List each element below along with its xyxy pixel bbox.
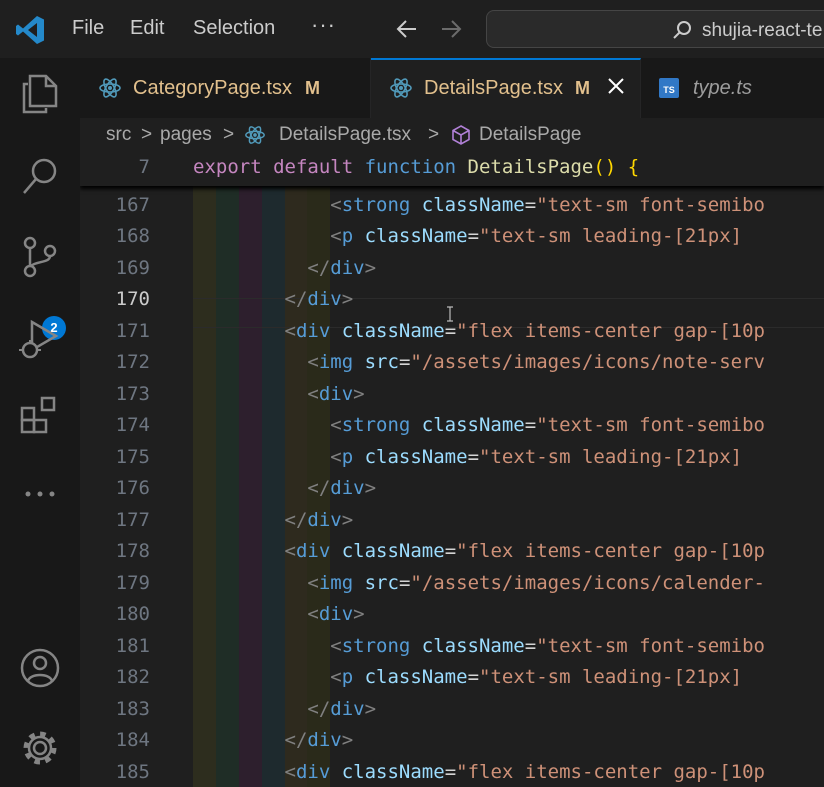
breadcrumb-item-symbol[interactable]: DetailsPage: [479, 124, 581, 146]
title-bar: File Edit Selection ··· shujia-react-te: [0, 0, 824, 58]
menu-edit[interactable]: Edit: [130, 17, 164, 40]
arrow-left-icon[interactable]: [394, 16, 420, 42]
code-line: <strong className="text-sm font-semibo: [330, 193, 765, 216]
activity-bar: 2: [0, 58, 80, 787]
command-center-text: shujia-react-te: [702, 20, 823, 41]
code-editor[interactable]: 166</div>167<strong className="text-sm f…: [80, 152, 824, 787]
line-number: 182: [115, 666, 150, 688]
breadcrumb-item-file[interactable]: DetailsPage.tsx: [279, 124, 411, 146]
symbol-class-icon: [452, 125, 470, 145]
code-line: <img src="/assets/images/icons/calender-: [307, 571, 765, 594]
sticky-scroll[interactable]: 7 export default function DetailsPage() …: [80, 152, 824, 186]
breadcrumb-separator: >: [141, 124, 153, 145]
breadcrumb-item-pages[interactable]: pages: [160, 124, 212, 146]
line-number: 180: [115, 603, 150, 625]
code-line: <p className="text-sm leading-[21px]: [330, 225, 754, 247]
line-number: 184: [115, 729, 150, 751]
code-line: <div>: [307, 603, 365, 625]
close-icon[interactable]: [604, 74, 628, 98]
more-icon[interactable]: [16, 470, 64, 518]
react-icon: [390, 78, 412, 98]
line-number: 183: [115, 697, 150, 720]
code-line: <strong className="text-sm font-semibo: [330, 634, 765, 657]
code-line: </div>: [307, 477, 377, 499]
breadcrumb-separator: >: [223, 124, 235, 145]
line-number: 168: [115, 225, 150, 247]
react-icon: [99, 78, 121, 98]
command-center[interactable]: shujia-react-te: [486, 10, 824, 48]
tab-type[interactable]: TS type.ts: [641, 58, 824, 118]
tab-label: CategoryPage.tsx: [133, 77, 292, 99]
text-cursor-icon: [447, 306, 453, 322]
line-number: 185: [115, 760, 150, 783]
menu-file[interactable]: File: [72, 17, 104, 40]
line-number: 174: [115, 414, 150, 436]
tab-details-page[interactable]: DetailsPage.tsx M: [371, 58, 641, 118]
code-line: </div>: [284, 288, 354, 310]
line-number: 170: [115, 288, 150, 310]
line-number: 179: [115, 571, 150, 594]
indent-guide: [215, 186, 239, 787]
react-icon: [245, 126, 265, 144]
modified-indicator: M: [305, 78, 320, 98]
indent-guide: [284, 186, 308, 787]
modified-indicator: M: [575, 78, 590, 98]
svg-text:TS: TS: [663, 85, 675, 95]
line-number: 172: [115, 351, 150, 373]
code-line: <div className="flex items-center gap-[1…: [284, 760, 765, 783]
indent-guide: [261, 186, 285, 787]
code-line: </div>: [284, 508, 354, 531]
search-icon[interactable]: [16, 153, 64, 201]
code-line: <p className="text-sm leading-[21px]: [330, 666, 754, 688]
line-number: 181: [115, 634, 150, 657]
tab-label: type.ts: [693, 77, 752, 99]
code-line: <strong className="text-sm font-semibo: [330, 414, 765, 436]
code-line: <div className="flex items-center gap-[1…: [284, 319, 765, 342]
menu-selection[interactable]: Selection: [193, 17, 275, 40]
code-line: <p className="text-sm leading-[21px]: [330, 445, 754, 468]
breadcrumb-item-src[interactable]: src: [106, 124, 131, 146]
tab-category-page[interactable]: CategoryPage.tsx M: [80, 58, 371, 118]
line-number: 178: [115, 540, 150, 562]
line-number: 7: [138, 156, 150, 178]
indent-guide: [238, 186, 262, 787]
code-line: </div>: [307, 697, 377, 720]
tab-bar: CategoryPage.tsx M DetailsPage.tsx M TS …: [80, 58, 824, 118]
typescript-icon: TS: [659, 78, 679, 98]
search-icon: [673, 21, 691, 39]
breadcrumb: src > pages > DetailsPage.tsx > DetailsP…: [80, 118, 824, 152]
explorer-icon[interactable]: [16, 70, 64, 118]
line-number: 176: [115, 477, 150, 499]
account-icon[interactable]: [16, 644, 64, 692]
line-number: 169: [115, 256, 150, 279]
line-number: 175: [115, 445, 150, 468]
code-line: </div>: [284, 729, 354, 751]
arrow-right-icon[interactable]: [438, 16, 464, 42]
code-line: <div className="flex items-center gap-[1…: [284, 540, 765, 562]
line-number: 171: [115, 319, 150, 342]
sticky-code-line: export default function DetailsPage() {: [193, 156, 640, 178]
code-line: <div>: [307, 382, 365, 405]
settings-icon[interactable]: [16, 724, 64, 772]
line-number: 167: [115, 193, 150, 216]
extensions-icon[interactable]: [16, 392, 64, 440]
run-debug-icon[interactable]: [16, 314, 64, 362]
code-line: <img src="/assets/images/icons/note-serv: [307, 351, 765, 373]
code-line: </div>: [307, 256, 377, 279]
source-control-icon[interactable]: [16, 233, 64, 281]
breadcrumb-separator: >: [428, 124, 440, 145]
line-number: 177: [115, 508, 150, 531]
menu-more-icon[interactable]: ···: [311, 12, 336, 38]
indent-guide: [193, 186, 216, 787]
line-number: 173: [115, 382, 150, 405]
tab-label: DetailsPage.tsx: [424, 77, 563, 99]
vscode-logo-icon[interactable]: [14, 14, 46, 46]
